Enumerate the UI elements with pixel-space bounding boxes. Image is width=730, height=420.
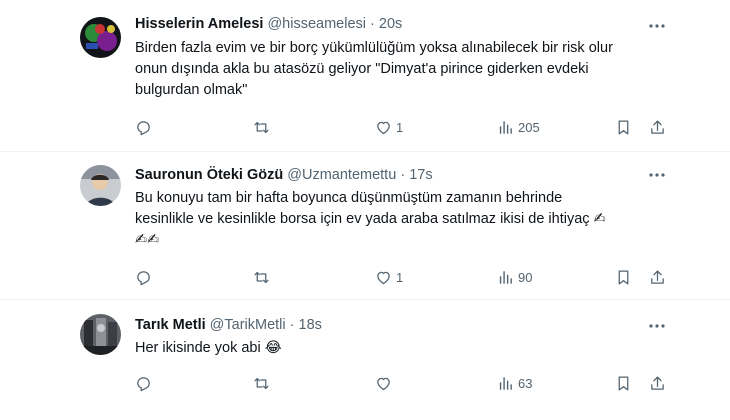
reply-button[interactable] bbox=[135, 117, 156, 137]
bookmark-button[interactable] bbox=[615, 267, 632, 287]
view-count: 90 bbox=[518, 269, 533, 285]
reply-button[interactable] bbox=[135, 267, 156, 287]
view-count: 205 bbox=[518, 119, 540, 135]
tweet-actions: 63 bbox=[135, 373, 675, 393]
tweet-header: Hisselerin Amelesi @hisseamelesi · 20s bbox=[135, 15, 402, 33]
avatar[interactable] bbox=[80, 17, 121, 58]
reply-button[interactable] bbox=[135, 373, 156, 393]
like-button[interactable] bbox=[375, 373, 396, 393]
avatar[interactable] bbox=[80, 165, 121, 206]
repost-button[interactable] bbox=[253, 373, 274, 393]
tweet-text: Birden fazla evim ve bir borç yükümlülüğ… bbox=[135, 40, 613, 98]
views-chart-icon bbox=[497, 119, 514, 136]
avatar[interactable] bbox=[80, 314, 121, 355]
display-name[interactable]: Tarık Metli bbox=[135, 317, 206, 333]
tweet[interactable]: Hisselerin Amelesi @hisseamelesi · 20s B… bbox=[0, 0, 730, 152]
share-button[interactable] bbox=[649, 267, 666, 287]
more-horizontal-icon[interactable] bbox=[647, 165, 667, 185]
views-button[interactable]: 205 bbox=[497, 117, 540, 137]
views-button[interactable]: 63 bbox=[497, 373, 532, 393]
share-icon bbox=[649, 119, 666, 136]
share-button[interactable] bbox=[649, 117, 666, 137]
user-handle[interactable]: @TarikMetli bbox=[210, 317, 286, 333]
bookmark-button[interactable] bbox=[615, 117, 632, 137]
tweet-header: Tarık Metli @TarikMetli · 18s bbox=[135, 316, 322, 334]
tweet[interactable]: Sauronun Öteki Gözü @Uzmantemettu · 17s … bbox=[0, 152, 730, 300]
tweet-text: Bu konuyu tam bir hafta boyunca düşünmüş… bbox=[135, 190, 606, 248]
bookmark-icon bbox=[615, 375, 632, 392]
view-count: 63 bbox=[518, 375, 533, 391]
tweet-header: Sauronun Öteki Gözü @Uzmantemettu · 17s bbox=[135, 166, 433, 184]
share-icon bbox=[649, 269, 666, 286]
heart-icon bbox=[375, 269, 392, 286]
separator-dot: · bbox=[289, 317, 295, 333]
like-button[interactable]: 1 bbox=[375, 267, 403, 287]
timestamp[interactable]: 20s bbox=[379, 16, 402, 32]
user-handle[interactable]: @hisseamelesi bbox=[267, 16, 366, 32]
repost-button[interactable] bbox=[253, 267, 274, 287]
repost-icon bbox=[253, 269, 270, 286]
user-handle[interactable]: @Uzmantemettu bbox=[287, 167, 396, 183]
share-icon bbox=[649, 375, 666, 392]
more-horizontal-icon[interactable] bbox=[647, 16, 667, 36]
bookmark-icon bbox=[615, 119, 632, 136]
tweet-text: Her ikisinde yok abi 😂 bbox=[135, 340, 282, 356]
bookmark-button[interactable] bbox=[615, 373, 632, 393]
views-button[interactable]: 90 bbox=[497, 267, 532, 287]
display-name[interactable]: Hisselerin Amelesi bbox=[135, 16, 263, 32]
display-name[interactable]: Sauronun Öteki Gözü bbox=[135, 167, 283, 183]
repost-icon bbox=[253, 119, 270, 136]
tweet[interactable]: Tarık Metli @TarikMetli · 18s Her ikisin… bbox=[0, 300, 730, 420]
like-button[interactable]: 1 bbox=[375, 117, 403, 137]
tweet-actions: 1 90 bbox=[135, 267, 675, 287]
reply-icon bbox=[135, 375, 152, 392]
separator-dot: · bbox=[400, 167, 406, 183]
bookmark-icon bbox=[615, 269, 632, 286]
timestamp[interactable]: 17s bbox=[409, 167, 432, 183]
separator-dot: · bbox=[370, 16, 375, 32]
share-button[interactable] bbox=[649, 373, 666, 393]
repost-icon bbox=[253, 375, 270, 392]
tweet-actions: 1 205 bbox=[135, 117, 675, 137]
like-count: 1 bbox=[396, 119, 404, 135]
repost-button[interactable] bbox=[253, 117, 274, 137]
heart-icon bbox=[375, 375, 392, 392]
views-chart-icon bbox=[497, 375, 514, 392]
heart-icon bbox=[375, 119, 392, 136]
views-chart-icon bbox=[497, 269, 514, 286]
like-count: 1 bbox=[396, 269, 404, 285]
reply-icon bbox=[135, 119, 152, 136]
timestamp[interactable]: 18s bbox=[299, 317, 322, 333]
reply-icon bbox=[135, 269, 152, 286]
tweet-feed: Hisselerin Amelesi @hisseamelesi · 20s B… bbox=[0, 0, 730, 420]
more-horizontal-icon[interactable] bbox=[647, 316, 667, 336]
